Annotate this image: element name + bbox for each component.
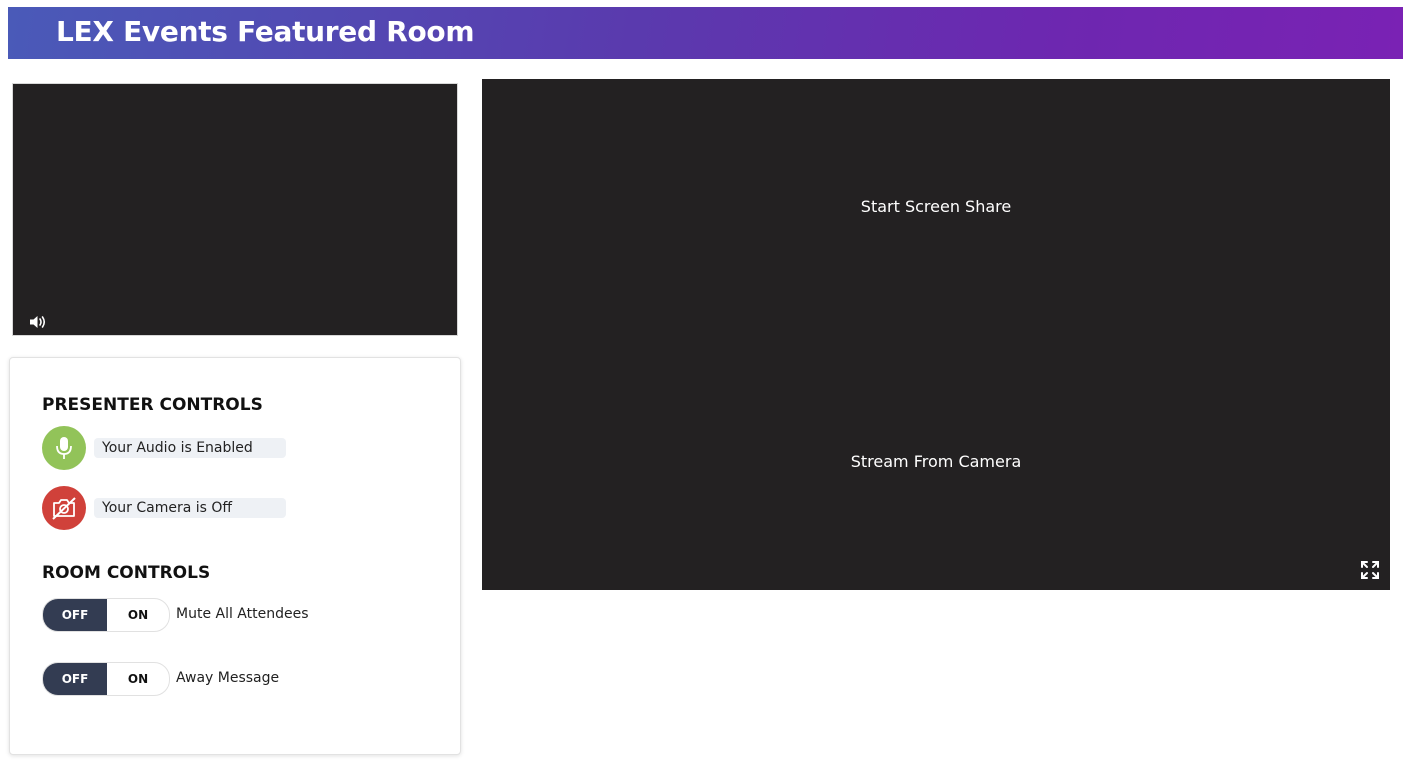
away-message-on-option[interactable]: ON: [107, 663, 169, 695]
mute-all-on-option[interactable]: ON: [107, 599, 169, 631]
mute-all-off-option[interactable]: OFF: [43, 599, 107, 631]
volume-icon[interactable]: [29, 314, 47, 330]
stream-from-camera-button[interactable]: Stream From Camera: [482, 452, 1390, 471]
camera-toggle-button[interactable]: [42, 486, 86, 530]
audio-status-label: Your Audio is Enabled: [94, 438, 286, 458]
away-message-label: Away Message: [176, 670, 280, 686]
audio-toggle-button[interactable]: [42, 426, 86, 470]
camera-off-icon: [52, 497, 76, 520]
room-controls-title: ROOM CONTROLS: [42, 563, 211, 583]
fullscreen-icon[interactable]: [1360, 560, 1380, 580]
away-message-toggle[interactable]: OFF ON: [42, 662, 170, 696]
page-title: LEX Events Featured Room: [56, 15, 475, 48]
start-screen-share-button[interactable]: Start Screen Share: [482, 197, 1390, 216]
camera-status-label: Your Camera is Off: [94, 498, 286, 518]
away-message-off-option[interactable]: OFF: [43, 663, 107, 695]
main-stream-area: Start Screen Share Stream From Camera: [482, 79, 1390, 590]
presenter-video-preview[interactable]: [12, 83, 458, 336]
mute-all-label: Mute All Attendees: [176, 606, 309, 622]
header-banner: LEX Events Featured Room: [8, 7, 1403, 59]
presenter-controls-title: PRESENTER CONTROLS: [42, 395, 263, 415]
controls-panel: PRESENTER CONTROLS Your Audio is Enabled…: [9, 357, 461, 755]
microphone-icon: [56, 437, 72, 459]
mute-all-toggle[interactable]: OFF ON: [42, 598, 170, 632]
